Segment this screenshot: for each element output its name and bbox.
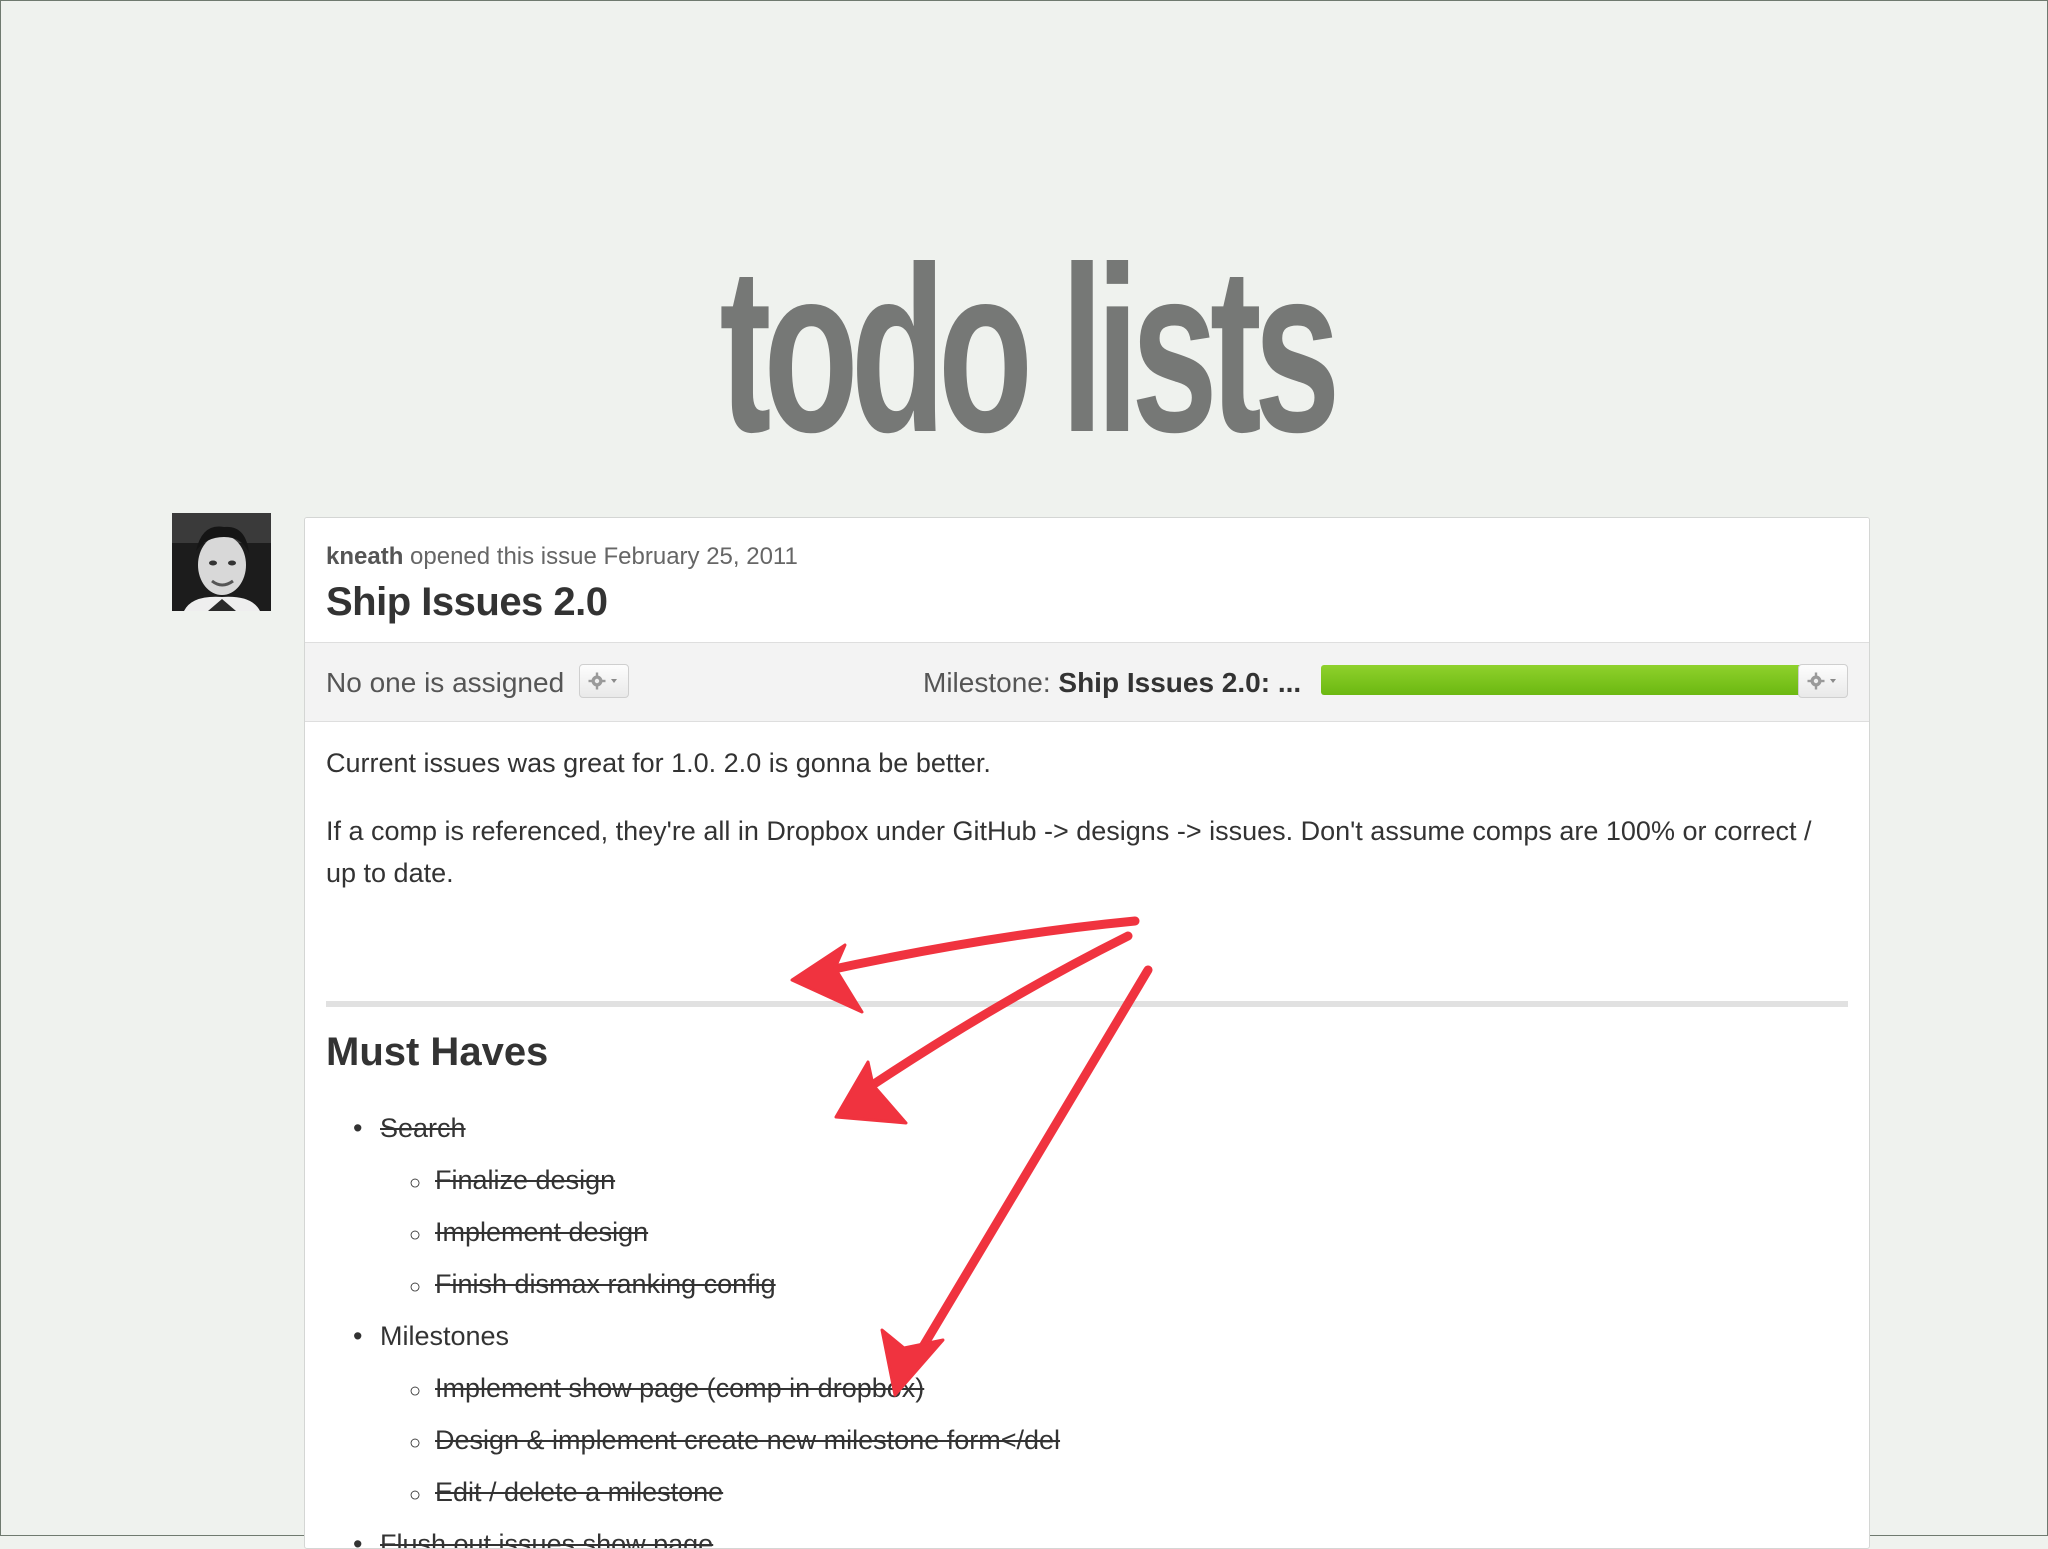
bullet-circle: ○ xyxy=(409,1172,422,1194)
byline-text: opened this issue February 25, 2011 xyxy=(410,543,798,570)
slide-title: todo lists xyxy=(719,218,1341,482)
avatar-photo xyxy=(172,513,271,611)
author-link[interactable]: kneath xyxy=(326,543,403,570)
todo-item: • Flush out issues show page xyxy=(353,1527,713,1548)
milestone-progress-bar xyxy=(1321,665,1803,695)
bullet-circle: ○ xyxy=(409,1432,422,1454)
milestone-name[interactable]: Ship Issues 2.0: ... xyxy=(1058,667,1301,698)
body-paragraph-2: If a comp is referenced, they're all in … xyxy=(326,816,1812,888)
issue-title: Ship Issues 2.0 xyxy=(326,580,608,624)
todo-item: ○ Implement show page (comp in dropbox) xyxy=(409,1371,924,1405)
bullet-circle: ○ xyxy=(409,1224,422,1246)
todo-item: • Milestones xyxy=(353,1321,510,1351)
assignee-text: No one is assigned xyxy=(326,667,565,698)
avatar[interactable] xyxy=(172,513,271,611)
bullet-circle: ○ xyxy=(409,1484,422,1506)
gear-icon xyxy=(1807,672,1836,690)
todo-item: ○ Finalize design xyxy=(409,1163,615,1197)
todo-item: ○ Edit / delete a milestone xyxy=(409,1475,723,1509)
assignee-menu-button[interactable] xyxy=(579,664,629,698)
issue-header: kneath opened this issue February 25, 20… xyxy=(305,518,1869,643)
milestone-progress-fill xyxy=(1321,665,1803,695)
issue-byline: kneath opened this issue February 25, 20… xyxy=(326,543,798,571)
todo-item: • Search xyxy=(353,1113,466,1143)
gear-icon xyxy=(588,672,617,690)
milestone-menu-button[interactable] xyxy=(1798,664,1848,698)
milestone-label: Milestone: Ship Issues 2.0: ... xyxy=(923,667,1301,699)
milestone-prefix: Milestone: xyxy=(923,667,1051,698)
bullet-disc: • xyxy=(353,1113,363,1143)
body-paragraph-1: Current issues was great for 1.0. 2.0 is… xyxy=(326,748,991,778)
issue-card: kneath opened this issue February 25, 20… xyxy=(304,517,1870,1549)
bullet-circle: ○ xyxy=(409,1380,422,1402)
bullet-circle: ○ xyxy=(409,1276,422,1298)
bullet-disc: • xyxy=(353,1529,363,1549)
issue-meta-bar: No one is assigned Milestone: Ship Issue… xyxy=(305,643,1869,722)
section-divider xyxy=(326,1001,1848,1007)
todo-item: ○ Implement design xyxy=(409,1215,648,1249)
section-heading: Must Haves xyxy=(326,1030,549,1074)
todo-item: ○ Design & implement create new mileston… xyxy=(409,1423,1060,1457)
todo-item: ○ Finish dismax ranking config xyxy=(409,1267,776,1301)
bullet-disc: • xyxy=(353,1321,363,1351)
